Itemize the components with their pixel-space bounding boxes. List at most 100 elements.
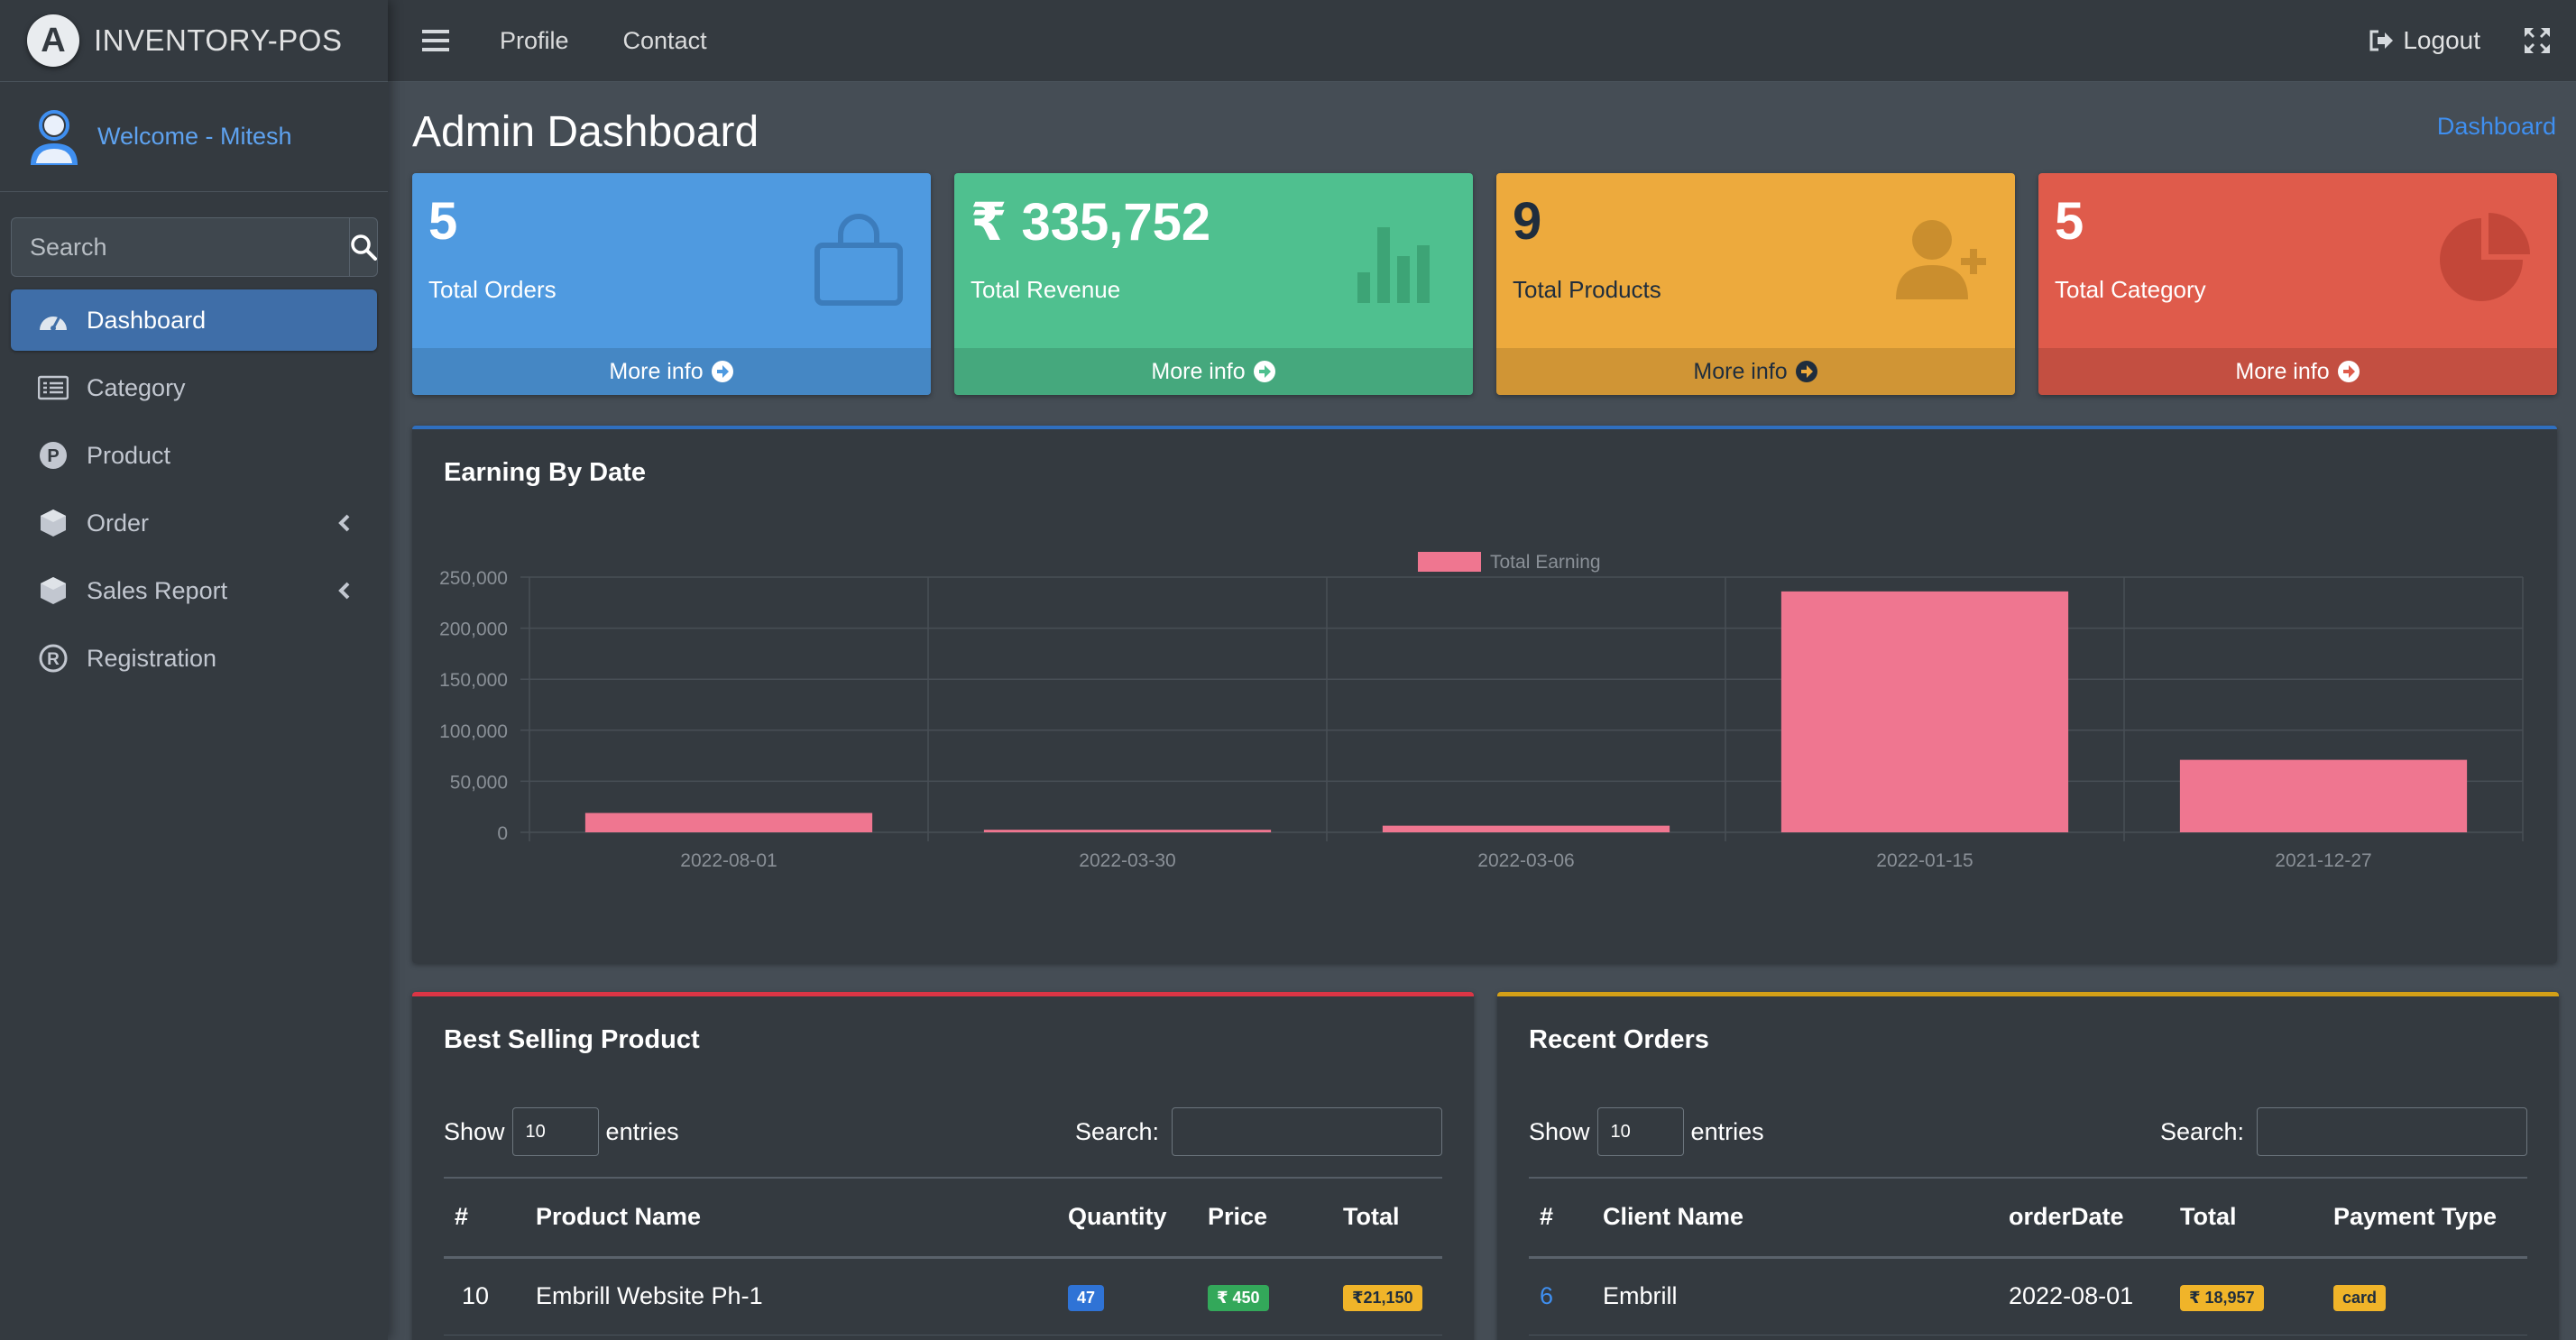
sidebar-item-label: Category bbox=[87, 373, 186, 401]
entries-length-select[interactable]: 10 bbox=[1596, 1107, 1684, 1156]
column-header[interactable]: Client Name bbox=[1592, 1178, 1998, 1257]
price-badge: ₹ 450 bbox=[1208, 1285, 1269, 1311]
sidebar-item-dashboard[interactable]: Dashboard bbox=[11, 289, 377, 351]
cube-icon bbox=[41, 509, 66, 537]
welcome-user-link[interactable]: Welcome - Mitesh bbox=[97, 123, 292, 151]
column-header[interactable]: orderDate bbox=[1998, 1178, 2169, 1257]
stat-label: Total Products bbox=[1513, 276, 1661, 303]
entries-label: entries bbox=[605, 1117, 679, 1145]
sidebar-item-product[interactable]: P Product bbox=[11, 425, 377, 486]
bar bbox=[983, 830, 1272, 832]
column-header[interactable]: # bbox=[444, 1178, 525, 1257]
more-info-link[interactable]: More info bbox=[412, 348, 931, 395]
sidebar-nav: Dashboard Category P Product Order Sales… bbox=[11, 289, 377, 689]
chevron-left-icon bbox=[338, 514, 350, 532]
column-header[interactable]: Quantity bbox=[1057, 1178, 1197, 1257]
stat-value: 5 bbox=[428, 192, 458, 251]
pie-chart-icon bbox=[2440, 213, 2530, 301]
quantity-badge: 47 bbox=[1068, 1285, 1105, 1311]
cell-order-date: 2022-08-01 bbox=[1998, 1257, 2169, 1335]
x-tick-label: 2022-03-06 bbox=[1477, 850, 1574, 871]
datatable-controls: Show 10 entries Search: bbox=[1529, 1106, 2527, 1157]
column-header[interactable]: Price bbox=[1197, 1178, 1332, 1257]
nav-link-profile[interactable]: Profile bbox=[500, 27, 569, 55]
legend-label: Total Earning bbox=[1490, 552, 1601, 573]
more-info-label: More info bbox=[2235, 358, 2330, 384]
product-p-icon: P bbox=[40, 442, 67, 469]
table-search-input[interactable] bbox=[2257, 1107, 2527, 1156]
table-search-input[interactable] bbox=[1172, 1107, 1442, 1156]
earning-bar-chart: 250,000 200,000 150,000 100,000 50,000 0 2022-… bbox=[439, 552, 2524, 871]
cell-total: ₹ 18,957 bbox=[2169, 1257, 2323, 1335]
tachometer-icon bbox=[40, 316, 67, 331]
entries-length-select[interactable]: 10 bbox=[511, 1107, 599, 1156]
breadcrumb-dashboard[interactable]: Dashboard bbox=[2437, 113, 2556, 141]
y-tick-label: 0 bbox=[497, 823, 508, 844]
x-tick-label: 2022-01-15 bbox=[1876, 850, 1973, 871]
registered-icon: R bbox=[39, 644, 68, 673]
recent-orders-card: Recent Orders Show 10 entries Search: # … bbox=[1497, 992, 2559, 1340]
entries-label: entries bbox=[1690, 1117, 1764, 1145]
table-row: 6 Embrill 2022-08-01 ₹ 18,957 card bbox=[1529, 1257, 2527, 1335]
sidebar-item-label: Order bbox=[87, 509, 150, 537]
main-content: Admin Dashboard Dashboard 5 Total Orders… bbox=[388, 82, 2576, 1340]
hamburger-menu-icon[interactable] bbox=[422, 29, 449, 52]
card-title: Recent Orders bbox=[1529, 1025, 1709, 1054]
sidebar-item-registration[interactable]: R Registration bbox=[11, 628, 377, 689]
more-info-link[interactable]: More info bbox=[1496, 348, 2015, 395]
svg-text:R: R bbox=[47, 650, 60, 669]
sidebar-search-input[interactable] bbox=[11, 217, 349, 277]
y-tick-label: 50,000 bbox=[450, 772, 508, 793]
column-header[interactable]: Total bbox=[1332, 1178, 1442, 1257]
total-badge: ₹ 18,957 bbox=[2180, 1285, 2264, 1311]
brand-link[interactable]: A INVENTORY-POS bbox=[0, 0, 388, 82]
fullscreen-expand-icon[interactable] bbox=[2524, 27, 2551, 54]
column-header[interactable]: # bbox=[1529, 1178, 1592, 1257]
more-info-label: More info bbox=[609, 358, 704, 384]
cell-total: ₹21,150 bbox=[1332, 1257, 1442, 1335]
stat-label: Total Category bbox=[2055, 276, 2206, 303]
sidebar-item-sales-report[interactable]: Sales Report bbox=[11, 560, 377, 621]
more-info-label: More info bbox=[1151, 358, 1246, 384]
bar bbox=[2179, 759, 2468, 832]
x-tick-label: 2021-12-27 bbox=[2275, 850, 2371, 871]
logout-button[interactable]: Logout bbox=[2369, 26, 2480, 55]
cell-price: ₹ 450 bbox=[1197, 1257, 1332, 1335]
logout-label: Logout bbox=[2403, 26, 2480, 54]
cell-id: 10 bbox=[444, 1257, 525, 1335]
stat-box-total-orders: 5 Total Orders More info bbox=[412, 173, 931, 395]
sidebar-item-label: Dashboard bbox=[87, 306, 207, 334]
cell-client-name: Embrill bbox=[1592, 1257, 1998, 1335]
user-panel: Welcome - Mitesh bbox=[0, 82, 388, 192]
column-header[interactable]: Product Name bbox=[525, 1178, 1057, 1257]
arrow-circle-right-icon bbox=[1795, 361, 1817, 382]
order-id-link[interactable]: 6 bbox=[1540, 1282, 1553, 1309]
show-label: Show bbox=[444, 1117, 505, 1145]
more-info-link[interactable]: More info bbox=[954, 348, 1473, 395]
sidebar-item-label: Product bbox=[87, 441, 171, 469]
bar bbox=[1382, 825, 1670, 832]
svg-text:P: P bbox=[47, 446, 59, 466]
sidebar-search-button[interactable] bbox=[349, 217, 378, 277]
table-search-label: Search: bbox=[1074, 1117, 1159, 1145]
stat-boxes: 5 Total Orders More info ₹ 335,752 Total… bbox=[412, 173, 2557, 395]
cell-id: 6 bbox=[1529, 1257, 1592, 1335]
chevron-left-icon bbox=[338, 582, 350, 600]
sidebar-item-order[interactable]: Order bbox=[11, 492, 377, 554]
stat-box-total-category: 5 Total Category More info bbox=[2038, 173, 2557, 395]
column-header[interactable]: Total bbox=[2169, 1178, 2323, 1257]
recent-orders-table: # Client Name orderDate Total Payment Ty… bbox=[1529, 1177, 2527, 1335]
nav-link-contact[interactable]: Contact bbox=[623, 27, 707, 55]
y-tick-label: 100,000 bbox=[439, 721, 508, 742]
column-header[interactable]: Payment Type bbox=[2323, 1178, 2527, 1257]
cell-quantity: 47 bbox=[1057, 1257, 1197, 1335]
user-avatar-icon bbox=[31, 109, 78, 165]
sidebar: A INVENTORY-POS Welcome - Mitesh Search … bbox=[0, 0, 388, 1340]
sidebar-item-category[interactable]: Category bbox=[11, 357, 377, 418]
y-tick-label: 250,000 bbox=[439, 568, 508, 589]
cell-product-name: Embrill Website Ph-1 bbox=[525, 1257, 1057, 1335]
more-info-link[interactable]: More info bbox=[2038, 348, 2557, 395]
show-label: Show bbox=[1529, 1117, 1590, 1145]
y-tick-label: 200,000 bbox=[439, 620, 508, 640]
brand-name: INVENTORY-POS bbox=[94, 23, 343, 57]
